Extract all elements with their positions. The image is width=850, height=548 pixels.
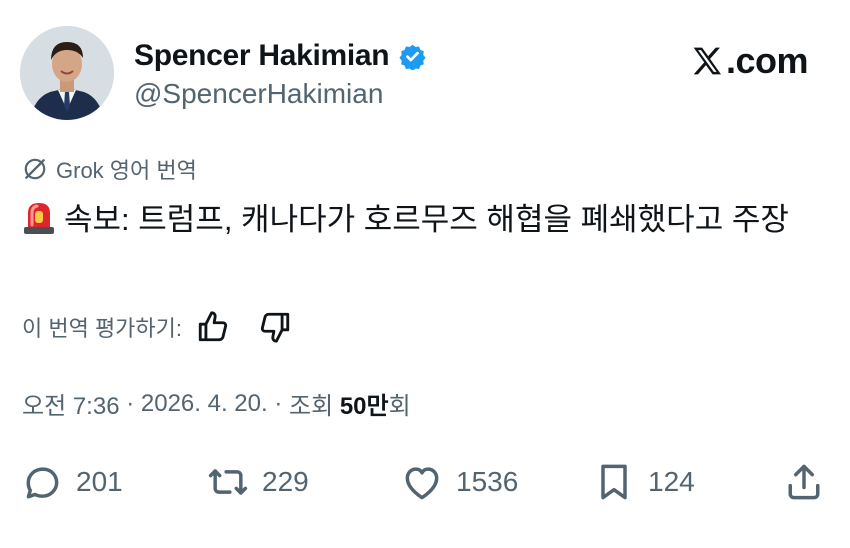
grok-icon: [24, 158, 46, 180]
views-prefix: 조회: [288, 393, 340, 420]
repost-button[interactable]: 229: [206, 460, 309, 504]
reply-icon: [26, 467, 59, 499]
repost-count: 229: [262, 466, 309, 497]
brand-domain: .com: [725, 40, 809, 81]
user-handle[interactable]: @SpencerHakimian: [134, 78, 426, 110]
display-name[interactable]: Spencer Hakimian: [134, 39, 390, 73]
bookmark-icon: [601, 464, 627, 500]
thumbs-down-icon[interactable]: [258, 310, 292, 344]
bookmark-button[interactable]: 124: [592, 460, 695, 504]
avatar[interactable]: [20, 26, 114, 120]
tweet-meta: 오전 7:36 · 2026. 4. 20. · 조회 50만 회: [22, 386, 411, 421]
user-block: Spencer Hakimian @SpencerHakimian: [134, 34, 426, 110]
views-suffix: 회: [388, 393, 411, 420]
brand-logo: .com: [690, 40, 809, 82]
reply-button[interactable]: 201: [20, 460, 123, 504]
views-count[interactable]: 50만: [340, 386, 389, 421]
action-bar: 201 229 1536 124: [20, 460, 830, 510]
rate-label: 이 번역 평가하기:: [22, 316, 183, 341]
meta-separator: ·: [267, 389, 289, 417]
like-button[interactable]: 1536: [400, 460, 518, 504]
like-count: 1536: [456, 466, 519, 497]
avatar-photo: [20, 26, 114, 120]
tweet-text: 속보: 트럼프, 캐나다가 호르무즈 해협을 폐쇄했다고 주장: [64, 202, 789, 237]
repost-icon: [208, 469, 248, 495]
tweet-date[interactable]: 2026. 4. 20.: [141, 390, 268, 418]
share-icon: [788, 464, 820, 500]
thumbs-up-icon[interactable]: [196, 310, 230, 344]
tweet-body: 속보: 트럼프, 캐나다가 호르무즈 해협을 폐쇄했다고 주장: [22, 195, 822, 245]
heart-icon: [405, 467, 439, 500]
display-name-row: Spencer Hakimian: [134, 34, 426, 78]
bookmark-count: 124: [648, 466, 695, 497]
x-logo-icon: [693, 47, 721, 75]
translation-label: Grok 영어 번역: [22, 153, 197, 185]
tweet-header: Spencer Hakimian @SpencerHakimian .com: [20, 26, 830, 126]
rate-translation: 이 번역 평가하기:: [22, 310, 292, 344]
tweet-time[interactable]: 오전 7:36: [22, 386, 120, 421]
rotating-light-icon: [24, 203, 54, 234]
share-button[interactable]: [782, 460, 826, 504]
verified-badge-icon: [399, 44, 426, 70]
reply-count: 201: [76, 466, 123, 497]
translation-text: Grok 영어 번역: [56, 158, 197, 183]
meta-separator: ·: [119, 389, 141, 417]
